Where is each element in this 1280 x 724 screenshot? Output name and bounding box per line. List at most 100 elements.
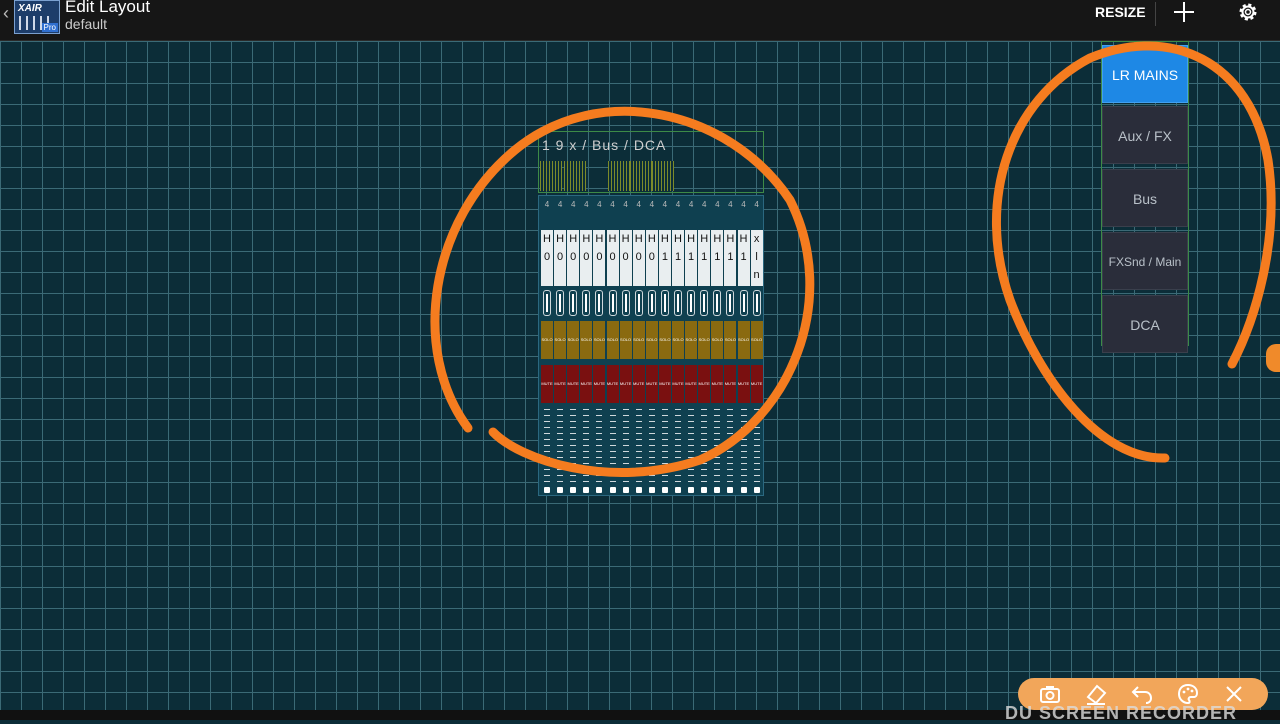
channel-strip[interactable]: 4 H 0 SOLO MUTE	[567, 197, 580, 497]
mute-button[interactable]: MUTE	[606, 365, 619, 403]
pan-knob[interactable]	[569, 290, 578, 316]
fader-cap[interactable]	[753, 487, 760, 493]
mute-button[interactable]: MUTE	[619, 365, 632, 403]
fader-cap[interactable]	[661, 487, 668, 493]
fader-track[interactable]	[557, 409, 564, 485]
channel-strip[interactable]: 4 H 0 SOLO MUTE	[593, 197, 606, 497]
channel-name[interactable]: H0	[645, 230, 658, 286]
pan-knob[interactable]	[752, 290, 761, 316]
solo-button[interactable]: SOLO	[619, 321, 632, 359]
mute-button[interactable]: MUTE	[580, 365, 593, 403]
channel-name[interactable]: H0	[593, 230, 606, 286]
channel-strip[interactable]: 4 H 0 SOLO MUTE	[632, 197, 645, 497]
mute-button[interactable]: MUTE	[554, 365, 567, 403]
channel-strip[interactable]: 4 H 1 SOLO MUTE	[685, 197, 698, 497]
mute-button[interactable]: MUTE	[737, 365, 750, 403]
dca-button[interactable]: DCA	[1102, 295, 1188, 353]
channel-name[interactable]: H1	[737, 230, 750, 286]
channel-name[interactable]: H1	[698, 230, 711, 286]
pan-knob[interactable]	[543, 290, 551, 316]
mute-button[interactable]: MUTE	[685, 365, 698, 403]
fader-track[interactable]	[675, 409, 681, 485]
fader-cap[interactable]	[570, 487, 577, 493]
channel-name[interactable]: H0	[619, 230, 632, 286]
fader-cap[interactable]	[596, 487, 603, 493]
fader-track[interactable]	[596, 409, 603, 485]
channel-name[interactable]: H1	[658, 230, 671, 286]
pan-knob[interactable]	[700, 290, 709, 316]
fader-track[interactable]	[648, 409, 655, 485]
fader-cap[interactable]	[609, 487, 616, 493]
fader-cap[interactable]	[701, 487, 708, 493]
fader-track[interactable]	[635, 409, 642, 485]
pan-knob[interactable]	[713, 290, 722, 316]
pan-knob[interactable]	[621, 290, 630, 316]
solo-button[interactable]: SOLO	[541, 321, 553, 359]
aux-fx-button[interactable]: Aux / FX	[1102, 106, 1188, 164]
chevron-left-icon[interactable]: ‹	[3, 3, 9, 24]
fader-cap[interactable]	[675, 487, 681, 493]
fader-track[interactable]	[740, 409, 747, 485]
channel-strip[interactable]: 4 x l n SOLO MUTE	[750, 197, 763, 497]
bus-button[interactable]: Bus	[1102, 169, 1188, 227]
channel-strip[interactable]: 4 H 0 SOLO MUTE	[554, 197, 567, 497]
channel-strip[interactable]: 4 H 1 SOLO MUTE	[672, 197, 684, 497]
solo-button[interactable]: SOLO	[658, 321, 671, 359]
channel-name[interactable]: H1	[685, 230, 698, 286]
fader-track[interactable]	[688, 409, 695, 485]
solo-button[interactable]: SOLO	[554, 321, 567, 359]
fader-track[interactable]	[714, 409, 721, 485]
fader-cap[interactable]	[622, 487, 629, 493]
fader-cap[interactable]	[583, 487, 590, 493]
fader-track[interactable]	[753, 409, 760, 485]
mute-button[interactable]: MUTE	[632, 365, 645, 403]
solo-button[interactable]: SOLO	[632, 321, 645, 359]
channel-strip[interactable]: 4 H 0 SOLO MUTE	[645, 197, 658, 497]
channel-strip[interactable]: 4 H 1 SOLO MUTE	[724, 197, 737, 497]
fader-cap[interactable]	[648, 487, 655, 493]
channel-name[interactable]: H0	[567, 230, 580, 286]
fader-track[interactable]	[570, 409, 577, 485]
channel-name[interactable]: H0	[632, 230, 645, 286]
gear-icon[interactable]	[1236, 0, 1260, 24]
mute-button[interactable]: MUTE	[724, 365, 737, 403]
channel-strip[interactable]: 4 H 1 SOLO MUTE	[658, 197, 671, 497]
fader-track[interactable]	[701, 409, 708, 485]
channel-strip[interactable]: 4 H 1 SOLO MUTE	[737, 197, 750, 497]
fader-cap[interactable]	[688, 487, 695, 493]
fader-track[interactable]	[583, 409, 590, 485]
channel-name[interactable]: H1	[711, 230, 724, 286]
fader-track[interactable]	[622, 409, 629, 485]
solo-button[interactable]: SOLO	[645, 321, 658, 359]
mute-button[interactable]: MUTE	[541, 365, 553, 403]
pan-knob[interactable]	[634, 290, 643, 316]
solo-button[interactable]: SOLO	[580, 321, 593, 359]
mute-button[interactable]: MUTE	[711, 365, 724, 403]
pan-knob[interactable]	[595, 290, 604, 316]
channel-strip[interactable]: 4 H 0 SOLO MUTE	[580, 197, 593, 497]
mute-button[interactable]: MUTE	[658, 365, 671, 403]
mixer-widget[interactable]: 1 9 x / Bus / DCA 4 H 0 SOLO MUTE 4 H 0 SOLO MUTE…	[538, 131, 764, 496]
fader-cap[interactable]	[544, 487, 550, 493]
pan-knob[interactable]	[582, 290, 591, 316]
resize-button[interactable]: RESIZE	[1095, 4, 1146, 20]
solo-button[interactable]: SOLO	[711, 321, 724, 359]
fader-track[interactable]	[727, 409, 734, 485]
channel-name[interactable]: H0	[554, 230, 567, 286]
fader-cap[interactable]	[740, 487, 747, 493]
pan-knob[interactable]	[647, 290, 656, 316]
mute-button[interactable]: MUTE	[567, 365, 580, 403]
pan-knob[interactable]	[739, 290, 748, 316]
pan-knob[interactable]	[726, 290, 735, 316]
channel-strip[interactable]: 4 H 0 SOLO MUTE	[606, 197, 619, 497]
solo-button[interactable]: SOLO	[685, 321, 698, 359]
pan-knob[interactable]	[687, 290, 696, 316]
fxsnd-main-button[interactable]: FXSnd / Main	[1102, 232, 1188, 290]
mute-button[interactable]: MUTE	[645, 365, 658, 403]
channel-strip[interactable]: 4 H 1 SOLO MUTE	[711, 197, 724, 497]
pan-knob[interactable]	[556, 290, 565, 316]
channel-strip[interactable]: 4 H 0 SOLO MUTE	[541, 197, 553, 497]
fader-cap[interactable]	[727, 487, 734, 493]
solo-button[interactable]: SOLO	[672, 321, 684, 359]
channel-name[interactable]: H0	[606, 230, 619, 286]
